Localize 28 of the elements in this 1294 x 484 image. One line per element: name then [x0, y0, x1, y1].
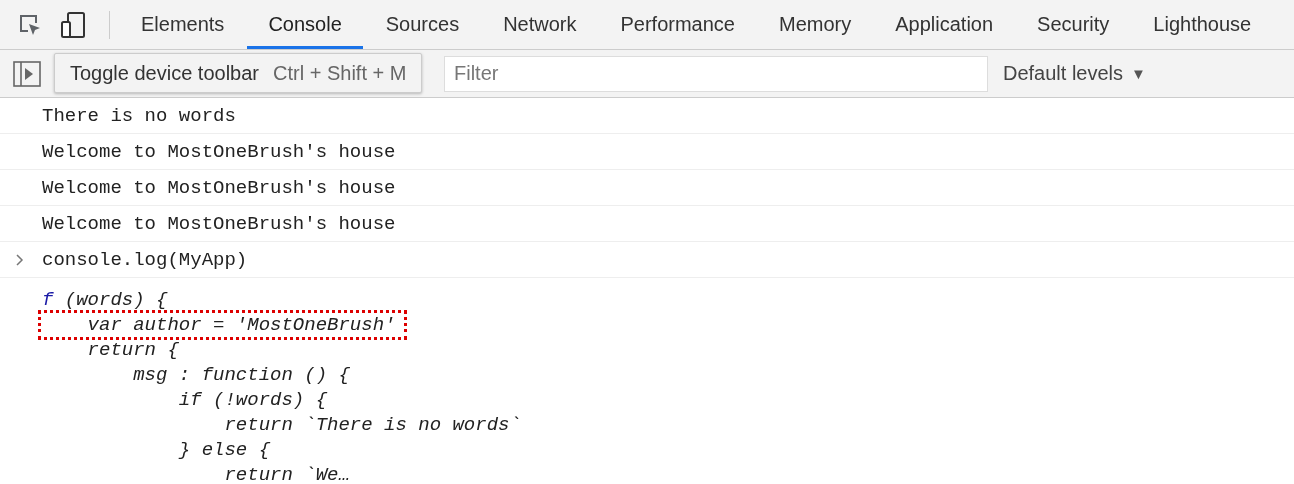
panel-tab[interactable]: Memory: [758, 0, 873, 49]
function-keyword: f: [42, 289, 54, 311]
panel-tab[interactable]: Lighthouse: [1132, 0, 1273, 49]
console-message: console.log(MyApp): [42, 248, 248, 271]
panel-tab[interactable]: Performance: [599, 0, 756, 49]
code-line: return `We…: [223, 464, 350, 484]
code-line: (words) {: [63, 289, 168, 311]
filter-field[interactable]: Filter: [444, 55, 988, 92]
prompt-icon: [16, 253, 24, 266]
console-message: Welcome to MostOneBrush's house: [42, 212, 396, 235]
panel-tab[interactable]: Sources: [364, 0, 481, 49]
code-line: } else {: [177, 439, 271, 461]
code-line: return {: [86, 339, 179, 361]
code-line: if (!words) {: [177, 389, 328, 411]
code-line: return `There is no words`: [223, 414, 521, 436]
panel-tab[interactable]: Security: [1016, 0, 1131, 49]
console-message: Welcome to MostOneBrush's house: [42, 176, 396, 199]
levels-dropdown[interactable]: Default levels ▼: [1003, 62, 1146, 85]
console-message: There is no words: [42, 104, 236, 127]
panel-tab[interactable]: Elements: [120, 0, 246, 49]
code-line: msg : function () {: [132, 364, 350, 386]
shortcut-label: Ctrl + Shift + M: [273, 61, 407, 85]
panel-tab[interactable]: Network: [482, 0, 598, 49]
panel-tab[interactable]: Application: [874, 0, 1015, 49]
device-icon[interactable]: [59, 10, 87, 39]
tooltip-label: Toggle device toolbar: [70, 61, 259, 85]
sidebar-toggle-icon[interactable]: [13, 60, 41, 87]
console-message: Welcome to MostOneBrush's house: [42, 140, 396, 163]
